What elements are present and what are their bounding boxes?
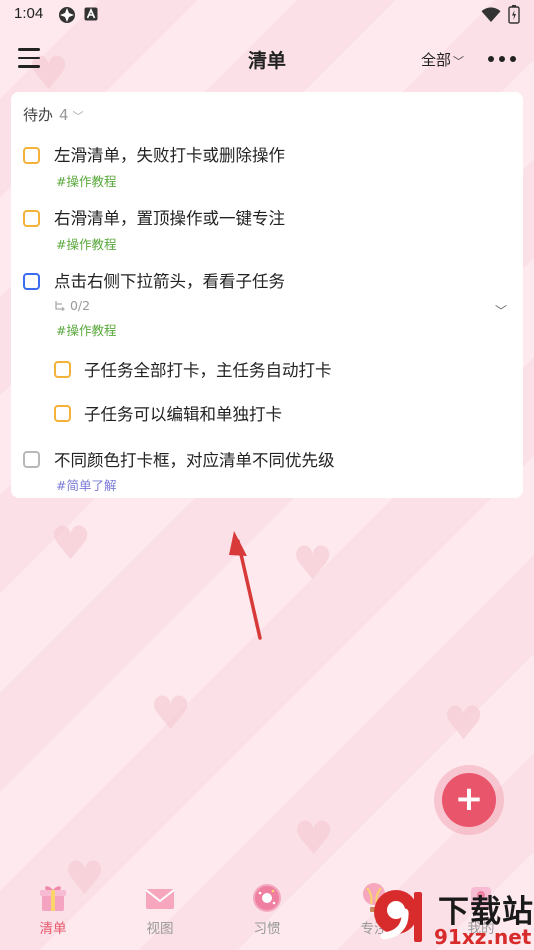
task-list-card: 待办 4 ﹀ 左滑清单，失败打卡或删除操作 #操作教程 右滑清单，置顶操作或一键专注… <box>11 92 523 498</box>
task-title: 点击右侧下拉箭头，看看子任务 <box>54 272 285 291</box>
app-notification-icon <box>59 7 75 23</box>
task-title: 左滑清单，失败打卡或删除操作 <box>54 146 285 165</box>
battery-icon <box>508 5 520 24</box>
watermark: 下载站 91xz.net <box>368 884 534 950</box>
section-count: 4 <box>59 106 69 124</box>
nav-item-list[interactable]: 清单 <box>13 876 93 937</box>
nav-label: 视图 <box>146 921 174 937</box>
subtask-title: 子任务可以编辑和单独打卡 <box>84 405 282 424</box>
section-header-todo[interactable]: 待办 4 ﹀ <box>23 104 84 125</box>
filter-dropdown[interactable]: 全部 ﹀ <box>421 49 464 70</box>
status-time: 1:04 <box>14 5 44 22</box>
subtask-title: 子任务全部打卡，主任务自动打卡 <box>84 361 332 380</box>
nav-item-view[interactable]: 视图 <box>120 876 200 937</box>
chevron-down-icon: ﹀ <box>72 110 84 123</box>
task-checkbox[interactable] <box>23 147 40 164</box>
wifi-icon <box>481 7 501 22</box>
background-heart-icon: ♥ <box>292 536 334 590</box>
task-title: 右滑清单，置顶操作或一键专注 <box>54 209 285 228</box>
chevron-down-icon: ﹀ <box>453 55 465 68</box>
task-tag[interactable]: #操作教程 <box>56 171 116 190</box>
subtask-progress: 0/2 <box>54 298 90 313</box>
nav-label: 清单 <box>39 921 67 937</box>
notification-a-icon <box>84 7 98 21</box>
donut-icon <box>251 882 283 914</box>
filter-label: 全部 <box>421 51 452 69</box>
task-tag[interactable]: #简单了解 <box>56 475 116 494</box>
task-checkbox[interactable] <box>23 273 40 290</box>
header: 清单 全部 ﹀ <box>0 36 534 82</box>
section-label: 待办 <box>23 106 54 124</box>
annotation-arrow-icon <box>229 531 262 640</box>
background-heart-icon: ♥ <box>293 811 335 865</box>
subtask-checkbox[interactable] <box>54 405 71 422</box>
subtask-count: 0/2 <box>69 298 91 313</box>
task-checkbox[interactable] <box>23 210 40 227</box>
watermark-url: 91xz.net <box>434 925 532 949</box>
watermark-logo-icon <box>374 890 422 942</box>
background-heart-icon: ♥ <box>50 516 92 570</box>
task-tag[interactable]: #操作教程 <box>56 320 116 339</box>
gift-box-icon <box>37 882 69 914</box>
task-title: 不同颜色打卡框，对应清单不同优先级 <box>54 451 335 470</box>
nav-item-habit[interactable]: 习惯 <box>227 876 307 937</box>
more-options-icon[interactable] <box>488 56 518 64</box>
subtask-icon <box>55 301 65 312</box>
envelope-icon <box>144 882 176 914</box>
nav-label: 习惯 <box>253 921 281 937</box>
background-heart-icon: ♥ <box>150 686 192 740</box>
status-bar: 1:04 <box>0 0 534 30</box>
expand-subtasks-chevron-icon[interactable]: ﹀ <box>495 302 507 319</box>
task-tag[interactable]: #操作教程 <box>56 234 116 253</box>
task-checkbox[interactable] <box>23 451 40 468</box>
subtask-checkbox[interactable] <box>54 361 71 378</box>
add-task-button[interactable]: + <box>442 773 496 827</box>
background-heart-icon: ♥ <box>443 696 485 750</box>
